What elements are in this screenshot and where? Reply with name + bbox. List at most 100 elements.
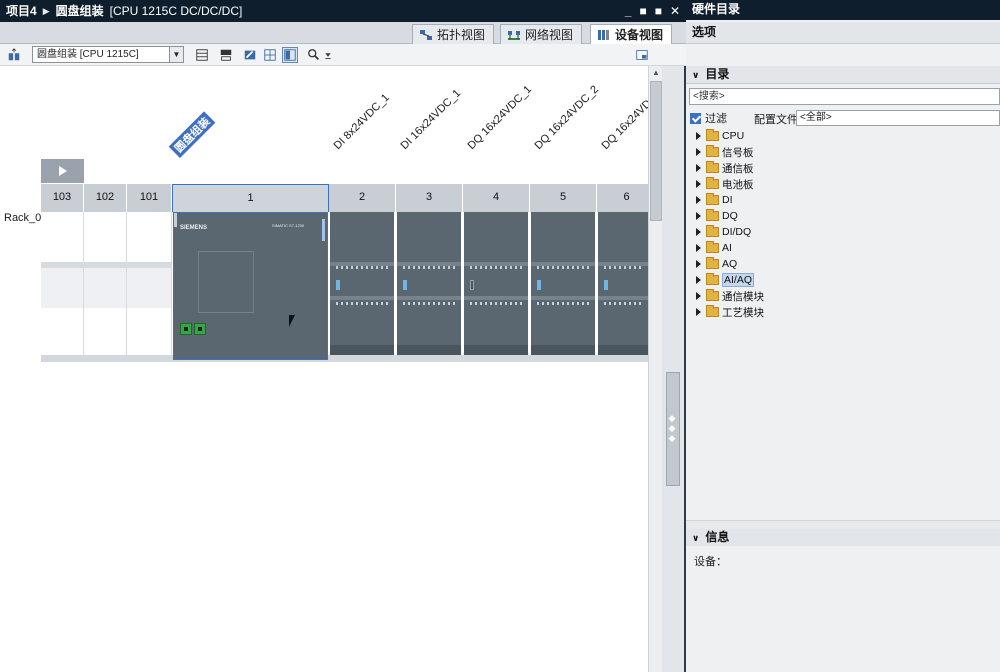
slot-header-6[interactable]: 6 <box>597 184 648 212</box>
tree-item-cpu[interactable]: CPU <box>686 128 1000 144</box>
empty-slot-101[interactable] <box>127 212 172 362</box>
maximize-icon[interactable]: ■ <box>655 1 662 21</box>
tree-item-ai[interactable]: AI <box>686 240 1000 256</box>
tree-item-aq[interactable]: AQ <box>686 256 1000 272</box>
folder-icon <box>706 209 719 221</box>
tree-item-tech-module[interactable]: 工艺模块 <box>686 304 1000 320</box>
slot-header-4[interactable]: 4 <box>463 184 530 212</box>
split-view-icon[interactable] <box>282 47 298 63</box>
expand-rack-button[interactable] <box>41 159 84 183</box>
label-dq-2[interactable]: DQ 16x24VDC_2 <box>533 83 602 152</box>
scroll-up-icon[interactable]: ▲ <box>650 67 662 79</box>
tree-item-di[interactable]: DI <box>686 192 1000 208</box>
info-device-label: 设备： <box>694 556 727 568</box>
module-slot-6[interactable] <box>598 212 648 355</box>
slot-header-3[interactable]: 3 <box>396 184 463 212</box>
slot-header-102[interactable]: 102 <box>84 184 127 212</box>
label-di-1[interactable]: DI 8x24VDC_1 <box>332 92 392 152</box>
canvas-vertical-scrollbar[interactable]: ▲ <box>648 66 662 672</box>
expand-arrow-icon[interactable] <box>696 164 701 172</box>
chevron-down-icon[interactable]: ▼ <box>169 47 183 62</box>
device-select-value: 圆盘组装 [CPU 1215C] <box>37 49 139 60</box>
expand-arrow-icon[interactable] <box>696 132 701 140</box>
name-icon[interactable] <box>218 47 234 63</box>
zoom-dropdown-icon[interactable] <box>320 47 336 63</box>
tree-item-signal-board[interactable]: 信号板 <box>686 144 1000 160</box>
expand-arrow-icon[interactable] <box>696 196 701 204</box>
slot-header-103[interactable]: 103 <box>41 184 84 212</box>
module-labels-icon[interactable] <box>242 47 258 63</box>
expand-arrow-icon[interactable] <box>696 244 701 252</box>
folder-icon <box>706 177 719 189</box>
slot-header-1[interactable]: 1 <box>172 184 329 212</box>
label-cpu-device[interactable]: 圆盘组装 <box>168 111 216 158</box>
tree-item-dq[interactable]: DQ <box>686 208 1000 224</box>
table-view-icon[interactable] <box>262 47 278 63</box>
search-placeholder: <搜索> <box>693 91 725 102</box>
device-select[interactable]: 圆盘组装 [CPU 1215C] ▼ <box>32 46 184 63</box>
tree-item-ai-aq[interactable]: AI/AQ <box>686 272 1000 288</box>
topology-view-icon <box>420 29 432 40</box>
module-slot-2[interactable] <box>330 212 396 355</box>
slot-header-101[interactable]: 101 <box>127 184 172 212</box>
expand-arrow-icon[interactable] <box>696 292 701 300</box>
slot-header-2[interactable]: 2 <box>329 184 396 212</box>
tree-item-di-dq[interactable]: DI/DQ <box>686 224 1000 240</box>
chevron-down-icon[interactable]: ∨ <box>692 530 699 547</box>
empty-slot-103[interactable] <box>41 212 84 362</box>
options-section-header[interactable]: 选项 <box>686 22 1000 44</box>
tab-network-view[interactable]: 网络视图 <box>500 24 583 44</box>
folder-icon <box>706 305 719 317</box>
tree-item-battery-board[interactable]: 电池板 <box>686 176 1000 192</box>
minimize-icon[interactable]: _ <box>625 1 632 21</box>
catalog-section-header[interactable]: ∨ 目录 <box>686 66 1000 84</box>
app-root: 项目4 ▶ 圆盘组装 [CPU 1215C DC/DC/DC] _ ■ ■ ✕ … <box>0 0 1000 672</box>
scroll-thumb[interactable] <box>650 81 662 221</box>
expand-arrow-icon[interactable] <box>696 180 701 188</box>
module-slot-4[interactable] <box>464 212 530 355</box>
expand-arrow-icon[interactable] <box>696 212 701 220</box>
expand-arrow-icon[interactable] <box>696 276 701 284</box>
tab-device-label: 设备视图 <box>615 27 664 42</box>
info-body <box>686 546 1000 672</box>
breadcrumb-project[interactable]: 项目4 <box>6 1 37 21</box>
catalog-title: 硬件目录 <box>686 0 1000 20</box>
expand-arrow-icon[interactable] <box>696 228 701 236</box>
empty-slot-102[interactable] <box>84 212 127 362</box>
module-slot-5[interactable] <box>531 212 597 355</box>
cpu-module[interactable]: SIEMENS SIMATIC S7-1200 <box>173 212 328 360</box>
tree-item-label: 信号板 <box>722 146 754 159</box>
tree-item-comm-module[interactable]: 通信模块 <box>686 288 1000 304</box>
expand-arrow-icon[interactable] <box>696 308 701 316</box>
ethernet-port-icon[interactable] <box>194 323 206 335</box>
tab-device-view[interactable]: 设备视图 <box>590 24 673 44</box>
label-di-2[interactable]: DI 16x24VDC_1 <box>399 87 464 152</box>
filter-row: 过滤 <box>690 110 727 126</box>
profile-select[interactable]: <全部> <box>796 110 1000 126</box>
label-dq-3[interactable]: DQ 16x24VDC <box>600 92 648 152</box>
filter-checkbox[interactable] <box>690 112 701 124</box>
label-dq-1[interactable]: DQ 16x24VDC_1 <box>466 83 535 152</box>
hardware-catalog-panel: 硬件目录 选项 ∨ 目录 <搜索> 过滤 配置文件 <全部> CPU 信号板 通信… <box>686 0 1000 672</box>
slot-header-5[interactable]: 5 <box>530 184 597 212</box>
module-slot-3[interactable] <box>397 212 463 355</box>
tree-item-label: 通信板 <box>722 162 754 175</box>
close-icon[interactable]: ✕ <box>670 1 680 21</box>
device-properties-icon[interactable] <box>194 47 210 63</box>
overview-navigation-icon[interactable] <box>634 47 650 63</box>
expand-arrow-icon[interactable] <box>696 260 701 268</box>
catalog-search-input[interactable]: <搜索> <box>689 88 1000 105</box>
tree-item-comm-board[interactable]: 通信板 <box>686 160 1000 176</box>
device-editor: 项目4 ▶ 圆盘组装 [CPU 1215C DC/DC/DC] _ ■ ■ ✕ … <box>0 0 686 672</box>
ethernet-port-icon[interactable] <box>180 323 192 335</box>
restore-icon[interactable]: ■ <box>639 1 646 21</box>
breadcrumb-device[interactable]: 圆盘组装 <box>56 1 104 21</box>
tab-topology-view[interactable]: 拓扑视图 <box>412 24 495 44</box>
device-canvas[interactable]: 圆盘组装 DI 8x24VDC_1 DI 16x24VDC_1 DQ 16x24… <box>0 66 648 672</box>
info-section-header[interactable]: ∨ 信息 <box>686 529 1000 547</box>
tab-topology-label: 拓扑视图 <box>437 27 486 42</box>
expand-inspector-handle[interactable]: ◆◆◆ <box>666 372 680 486</box>
network-overview-icon[interactable] <box>6 47 22 63</box>
chevron-down-icon[interactable]: ∨ <box>692 67 699 84</box>
expand-arrow-icon[interactable] <box>696 148 701 156</box>
